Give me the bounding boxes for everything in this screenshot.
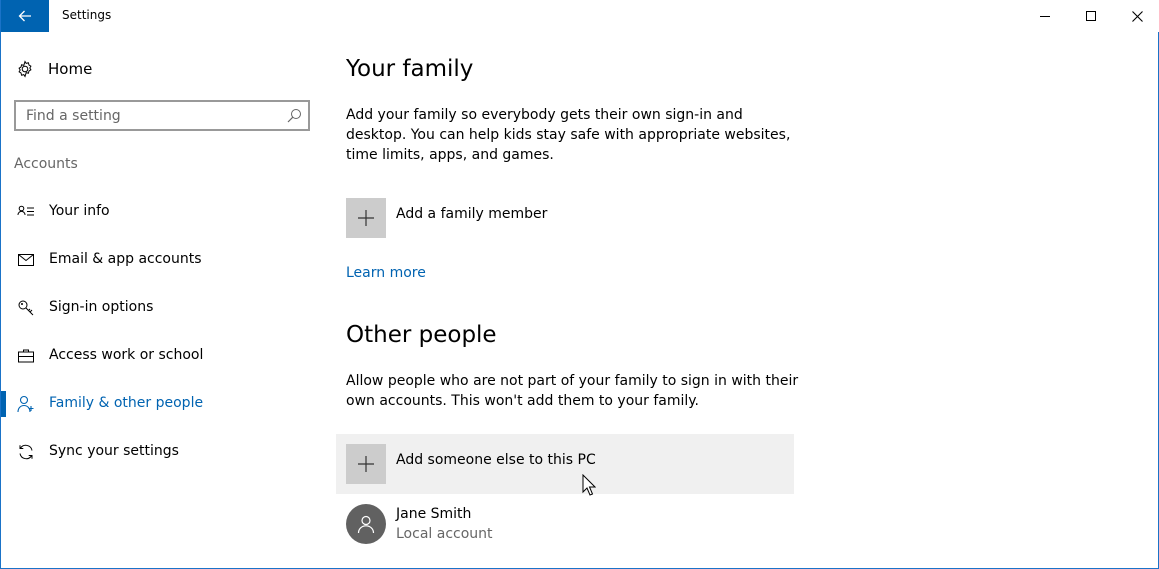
sidebar-item-label: Sync your settings [49, 443, 179, 459]
main-content: Your family Add your family so everybody… [336, 32, 1126, 569]
contact-card-icon [17, 205, 34, 216]
add-family-member-button[interactable]: Add a family member [346, 188, 794, 248]
minimize-icon [1040, 16, 1050, 17]
gear-icon [18, 60, 32, 78]
other-people-description: Allow people who are not part of your fa… [346, 373, 799, 409]
account-item[interactable]: Jane Smith Local account [346, 494, 794, 554]
title-bar: Settings [1, 0, 1159, 32]
add-tile [346, 444, 386, 484]
avatar [346, 504, 386, 544]
sidebar-item-label: Family & other people [49, 395, 204, 411]
sidebar-item-email-app-accounts[interactable]: Email & app accounts [1, 238, 323, 282]
account-name: Jane Smith [396, 506, 472, 522]
back-button[interactable] [1, 0, 49, 32]
person-icon [17, 395, 34, 413]
sidebar-item-your-info[interactable]: Your info [1, 190, 323, 234]
other-people-heading: Other people [346, 322, 497, 348]
user-silhouette-icon [357, 515, 375, 534]
close-icon [1131, 10, 1143, 22]
sidebar-item-label: Sign-in options [49, 299, 154, 315]
sidebar: Home Accounts Your info Email & app ac [1, 32, 323, 569]
home-nav-item[interactable]: Home [1, 52, 323, 86]
maximize-icon [1086, 11, 1096, 21]
learn-more-link[interactable]: Learn more [346, 265, 426, 281]
account-type: Local account [396, 526, 493, 542]
settings-window: Settings Home Accounts [0, 0, 1159, 569]
key-icon [18, 300, 34, 316]
accounts-section-label: Accounts [14, 156, 78, 172]
minimize-button[interactable] [1022, 0, 1068, 32]
sidebar-item-sign-in-options[interactable]: Sign-in options [1, 286, 323, 330]
sidebar-item-sync-settings[interactable]: Sync your settings [1, 430, 323, 474]
sidebar-item-label: Your info [49, 203, 110, 219]
sync-icon [19, 444, 33, 460]
search-box [14, 100, 310, 131]
briefcase-icon [18, 349, 34, 363]
maximize-button[interactable] [1068, 0, 1114, 32]
plus-icon [358, 456, 374, 472]
plus-icon [358, 210, 374, 226]
your-family-heading: Your family [346, 56, 474, 82]
sidebar-item-label: Access work or school [49, 347, 204, 363]
sidebar-item-family-other-people[interactable]: Family & other people [1, 382, 323, 426]
search-icon[interactable] [287, 108, 302, 123]
add-someone-else-button[interactable]: Add someone else to this PC [336, 434, 794, 494]
back-arrow-icon [18, 10, 31, 22]
close-button[interactable] [1114, 0, 1159, 32]
your-family-description: Add your family so everybody gets their … [346, 107, 791, 163]
home-label: Home [48, 60, 93, 78]
sidebar-item-label: Email & app accounts [49, 251, 202, 267]
window-title: Settings [62, 8, 112, 22]
sidebar-item-access-work-school[interactable]: Access work or school [1, 334, 323, 378]
search-input[interactable] [16, 102, 276, 129]
mouse-pointer-icon [582, 474, 596, 496]
add-family-member-label: Add a family member [396, 206, 548, 222]
mail-icon [18, 254, 34, 266]
add-someone-else-label: Add someone else to this PC [396, 452, 596, 468]
add-tile [346, 198, 386, 238]
